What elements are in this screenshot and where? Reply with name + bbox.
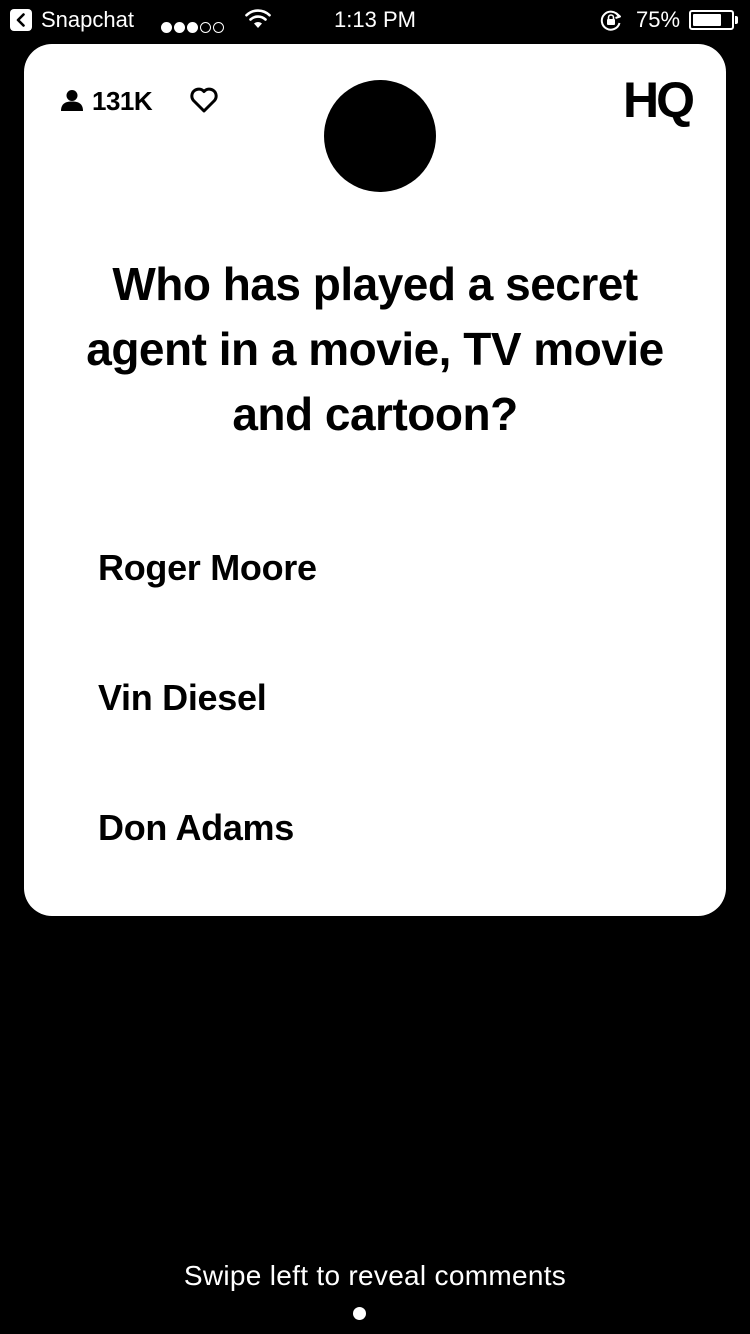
countdown-timer — [324, 80, 436, 192]
question-card: 131K HQ Who has played a secret agent in… — [24, 44, 726, 916]
battery-tip — [735, 16, 738, 24]
hq-logo: HQ — [623, 72, 695, 128]
status-bar: Snapchat 1:13 PM 75% — [0, 0, 750, 40]
answer-option[interactable]: Don Adams — [98, 804, 294, 852]
heart-icon[interactable] — [189, 86, 219, 114]
battery-icon — [689, 10, 734, 30]
question-text: Who has played a secret agent in a movie… — [86, 258, 664, 440]
screen: Snapchat 1:13 PM 75% 131K HQ Who has pla… — [0, 0, 750, 1334]
swipe-hint: Swipe left to reveal comments — [183, 1260, 567, 1291]
viewer-count: 131K — [92, 85, 153, 116]
rotation-lock-icon — [600, 10, 621, 31]
answer-option[interactable]: Roger Moore — [98, 544, 317, 592]
battery-percent: 75% — [636, 7, 681, 32]
page-indicator-dot — [353, 1307, 366, 1320]
viewer-count-badge: 131K — [60, 84, 153, 118]
battery-level-fill — [693, 14, 721, 26]
answer-option[interactable]: Vin Diesel — [98, 674, 267, 722]
person-icon — [61, 90, 83, 111]
